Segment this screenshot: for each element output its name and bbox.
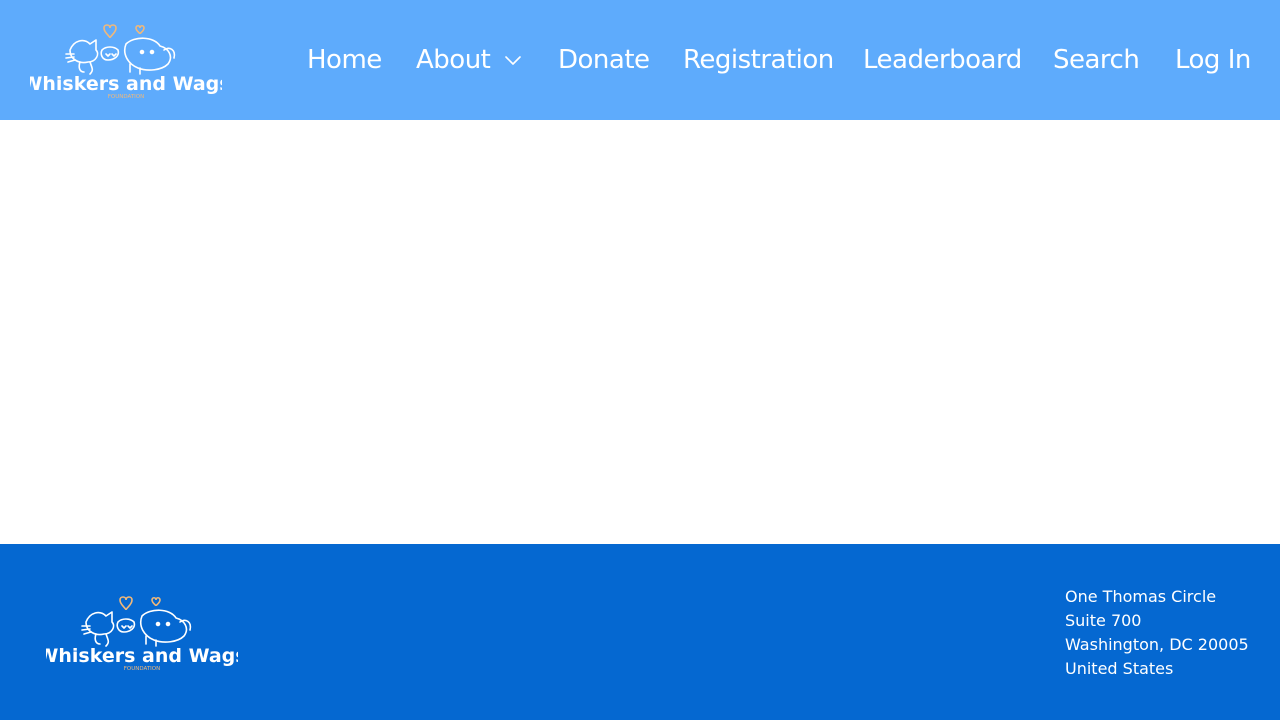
address-line-2: Suite 700 xyxy=(1065,611,1142,630)
nav-about-link[interactable]: About xyxy=(416,44,491,76)
footer-brand-tagline: FOUNDATION xyxy=(124,666,161,672)
nav-home-link[interactable]: Home xyxy=(307,44,382,76)
site-header: Whiskers and Wags FOUNDATION Home About … xyxy=(0,0,1280,120)
address-line-3: Washington, DC 20005 xyxy=(1065,635,1249,654)
nav-leaderboard-link[interactable]: Leaderboard xyxy=(863,44,1022,76)
nav-registration-link[interactable]: Registration xyxy=(683,44,834,76)
main-content xyxy=(0,120,1280,544)
main-nav: Home About Donate Registration Leaderboa… xyxy=(0,0,1280,120)
address-line-1: One Thomas Circle xyxy=(1065,587,1217,606)
footer-address: One Thomas Circle Suite 700 Washington, … xyxy=(1065,585,1249,681)
footer-brand-logo[interactable]: Whiskers and Wags FOUNDATION xyxy=(46,592,238,672)
nav-donate-link[interactable]: Donate xyxy=(558,44,650,76)
footer-brand-name: Whiskers and Wags xyxy=(46,645,238,667)
address-line-4: United States xyxy=(1065,659,1174,678)
nav-search-link[interactable]: Search xyxy=(1053,44,1140,76)
nav-login-link[interactable]: Log In xyxy=(1175,44,1251,76)
chevron-down-icon[interactable] xyxy=(504,50,522,70)
